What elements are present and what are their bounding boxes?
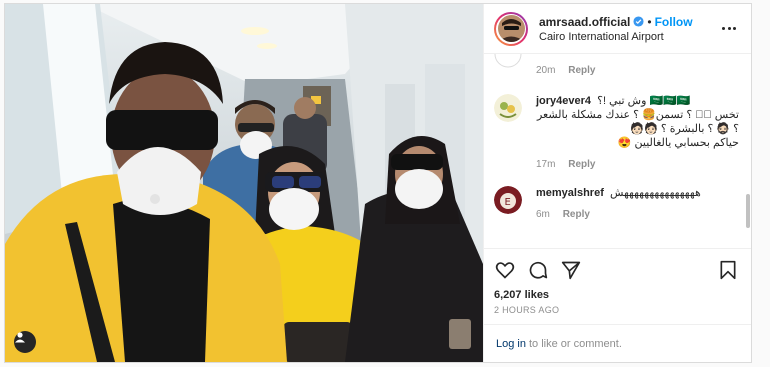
comment-bubble-icon [529, 261, 548, 279]
paper-plane-icon [561, 261, 581, 280]
login-prompt-text: to like or comment. [528, 337, 622, 350]
login-prompt: Log in to like or comment. [484, 324, 751, 362]
more-options-button[interactable] [719, 19, 739, 39]
comment-item: jory4ever4 وش تبي !؟ 🇸🇦🇸🇦🇸🇦 تخس 🏻🏻 ؟ تسم… [494, 94, 739, 170]
user-icon [15, 332, 25, 343]
post-author-username[interactable]: amrsaad.official [539, 15, 630, 29]
airport-selfie-image [5, 4, 483, 362]
likes-count[interactable]: 6,207 likes [494, 289, 739, 301]
comment-line: حياكم بحسابي يالغاليين 😍 [617, 137, 739, 149]
comment-avatar[interactable] [494, 94, 522, 122]
comment-time: 6m [536, 209, 550, 220]
verified-badge-icon [633, 16, 644, 27]
post-time[interactable]: 2 HOURS AGO [494, 305, 739, 315]
comment-username[interactable]: memyalshref [536, 187, 604, 199]
like-button[interactable] [494, 259, 516, 281]
reply-button[interactable]: Reply [563, 209, 590, 220]
follow-button[interactable]: Follow [655, 15, 693, 29]
reply-button[interactable]: Reply [568, 65, 595, 76]
header-separator: • [647, 14, 652, 29]
share-button[interactable] [560, 259, 582, 281]
comment-line: وش تبي !؟ 🇸🇦🇸🇦🇸🇦 [597, 95, 691, 107]
comment-avatar[interactable]: E [494, 186, 522, 214]
instagram-post: amrsaad.official • Follow Cairo Internat… [4, 3, 752, 363]
comments-list[interactable]: 20m Reply jory4ever4 وش تبي !؟ 🇸🇦🇸🇦🇸🇦 تخ… [484, 54, 751, 248]
reply-button[interactable]: Reply [568, 159, 595, 170]
post-actions: 6,207 likes 2 HOURS AGO [484, 248, 751, 324]
post-header: amrsaad.official • Follow Cairo Internat… [484, 4, 751, 54]
comment-username[interactable]: jory4ever4 [536, 95, 591, 107]
avatar-image [497, 15, 525, 42]
svg-text:E: E [505, 197, 511, 208]
comments-scrollbar[interactable] [746, 194, 750, 228]
bookmark-icon [720, 260, 736, 280]
comment-item: E memyalshref هههههههههههههههش 6m Reply [494, 186, 739, 220]
post-side-panel: amrsaad.official • Follow Cairo Internat… [483, 4, 751, 362]
comment-text: هههههههههههههههش [609, 187, 701, 199]
login-link[interactable]: Log in [496, 338, 526, 350]
post-location[interactable]: Cairo International Airport [539, 31, 719, 43]
post-photo[interactable] [5, 4, 483, 362]
comment-avatar[interactable] [494, 54, 522, 68]
heart-icon [495, 262, 515, 279]
save-button[interactable] [717, 259, 739, 281]
tagged-users-button[interactable] [14, 331, 36, 353]
comment-button[interactable] [527, 259, 549, 281]
comment-line: تخس 🏻🏻 ؟ تسمن🍔 ؟ عندك مشكلة بالشعر [536, 109, 739, 121]
comment-time: 20m [536, 65, 556, 76]
comment-time: 17m [536, 159, 556, 170]
comment-line: ؟ 🧔🏻 ؟ بالبشرة ؟ 🧑🏻🧑🏻 [630, 123, 739, 135]
more-dots-icon [722, 27, 726, 30]
comment-item: 20m Reply [494, 54, 739, 76]
profile-avatar[interactable] [494, 11, 528, 46]
